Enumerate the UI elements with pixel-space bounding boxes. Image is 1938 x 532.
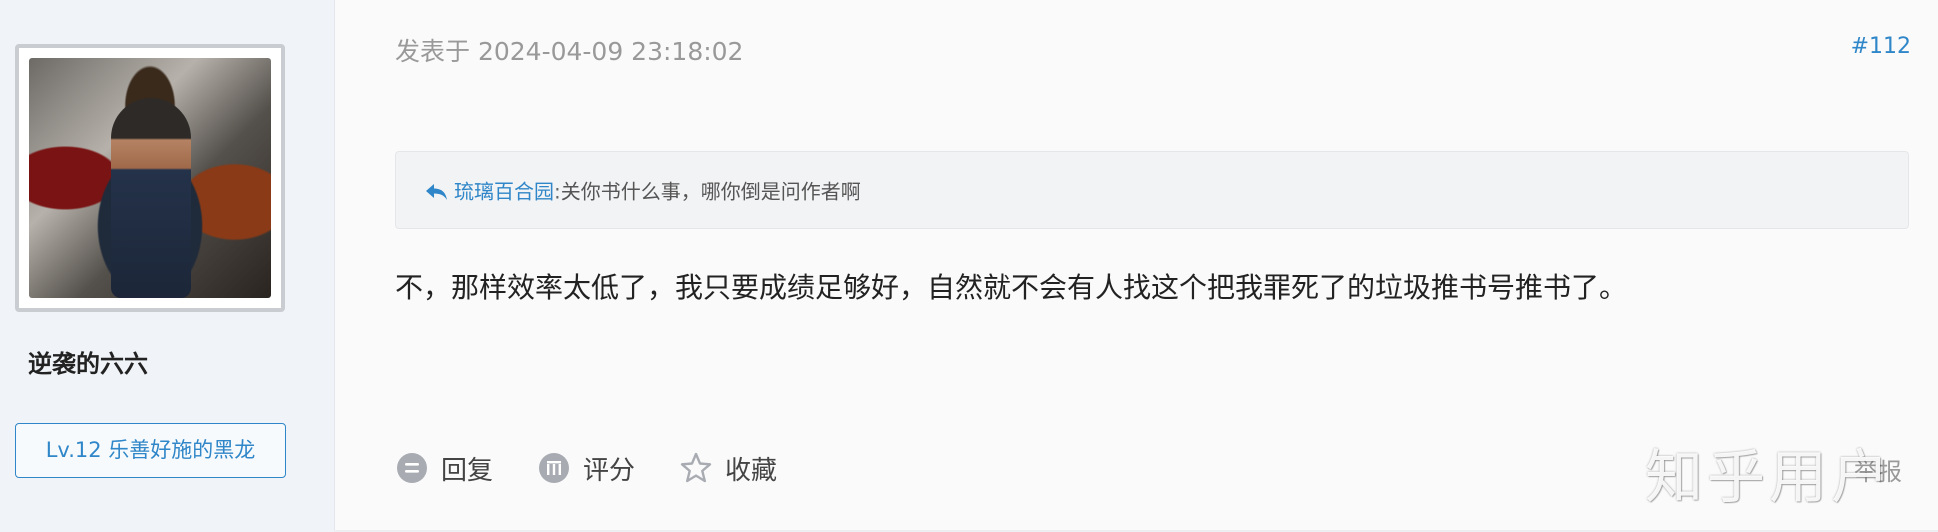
user-level-badge: Lv.12 乐善好施的黑龙 xyxy=(15,423,286,478)
avatar[interactable] xyxy=(29,58,271,298)
coin-icon xyxy=(539,453,570,483)
quote-author-link[interactable]: 琉璃百合园 xyxy=(454,180,554,204)
reply-icon xyxy=(397,453,427,483)
avatar-figure xyxy=(111,98,191,298)
reply-arrow-icon xyxy=(426,183,447,200)
favorite-button[interactable]: 收藏 xyxy=(679,450,777,487)
post-body: 不，那样效率太低了，我只要成绩足够好，自然就不会有人找这个把我罪死了的垃圾推书号… xyxy=(395,271,1628,304)
watermark: 知乎用户 xyxy=(1645,443,1894,511)
reply-label: 回复 xyxy=(441,455,494,486)
user-info-panel: 逆袭的六六 Lv.12 乐善好施的黑龙 xyxy=(0,0,335,532)
reply-button[interactable]: 回复 xyxy=(395,450,493,487)
quote-text: 关你书什么事，哪你倒是问作者啊 xyxy=(560,179,861,204)
post-floor-link[interactable]: #112 xyxy=(1851,34,1911,59)
favorite-label: 收藏 xyxy=(725,455,778,486)
quote-separator: : xyxy=(554,179,561,204)
rate-label: 评分 xyxy=(583,455,636,486)
username[interactable]: 逆袭的六六 xyxy=(28,344,148,379)
forum-post: 逆袭的六六 Lv.12 乐善好施的黑龙 发表于 2024-04-09 23:18… xyxy=(0,0,1938,532)
post-actions: 回复 评分 收藏 xyxy=(395,448,821,488)
post-timestamp: 发表于 2024-04-09 23:18:02 xyxy=(395,37,744,66)
rate-button[interactable]: 评分 xyxy=(537,450,635,487)
quote-content: 琉璃百合园:关你书什么事，哪你倒是问作者啊 xyxy=(424,176,861,206)
quote-block: 琉璃百合园:关你书什么事，哪你倒是问作者啊 xyxy=(395,151,1909,229)
avatar-frame xyxy=(15,44,285,312)
star-icon xyxy=(680,452,712,483)
